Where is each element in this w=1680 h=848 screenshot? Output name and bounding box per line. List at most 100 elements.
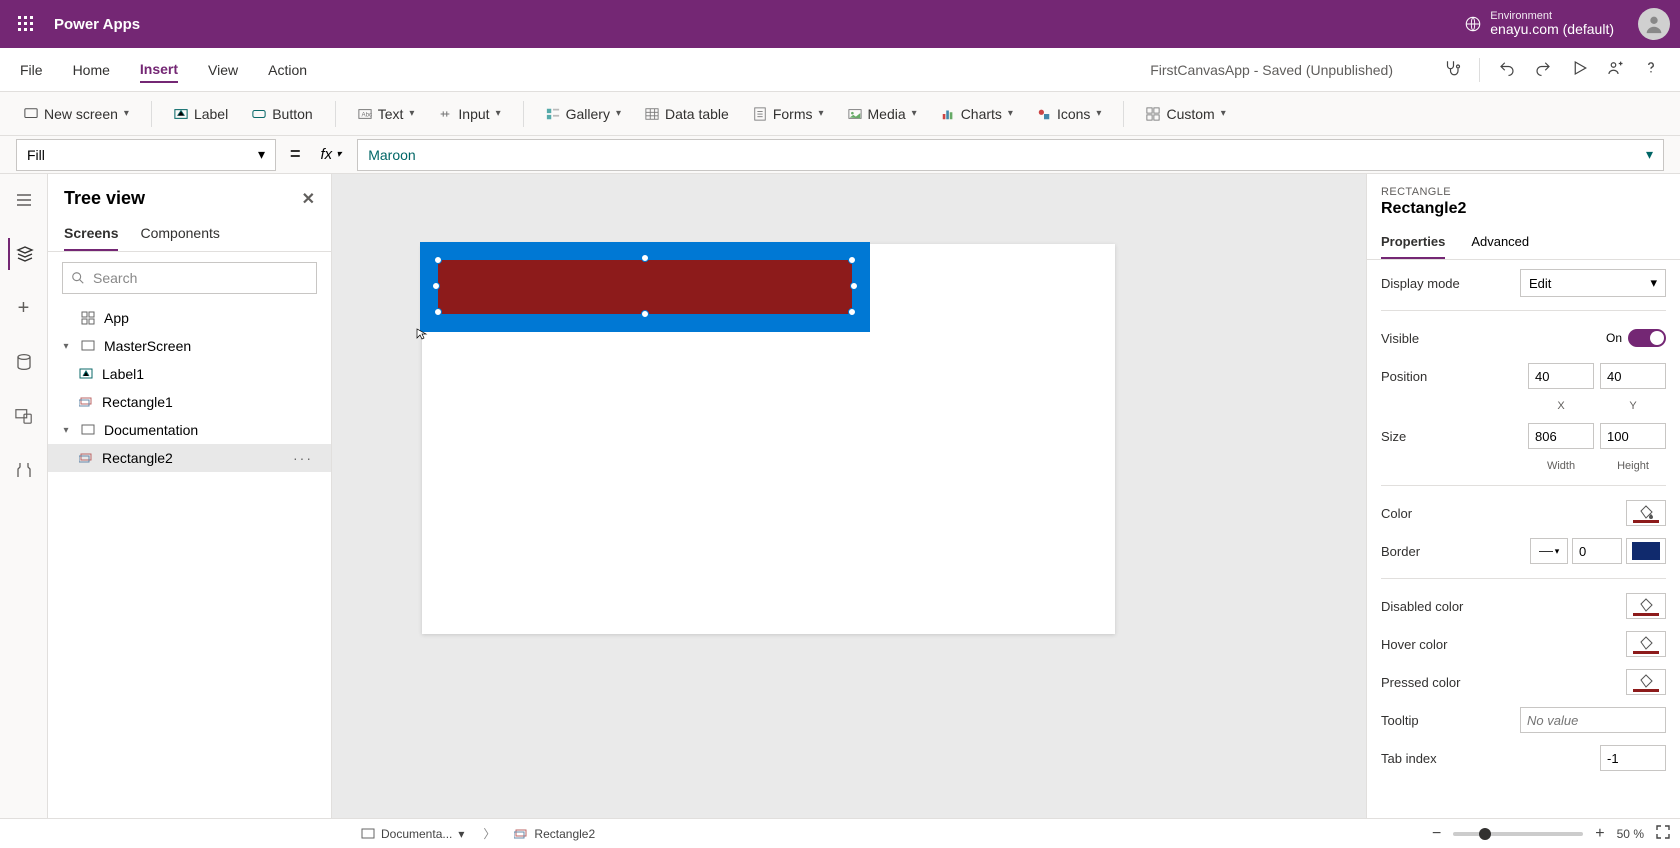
- tree-list: App ▾ MasterScreen Label1 Rectangle1 ▾ D…: [48, 304, 331, 472]
- tree-item-documentation[interactable]: ▾ Documentation: [48, 416, 331, 444]
- forms-dropdown[interactable]: Forms▾: [743, 102, 834, 126]
- hamburger-icon: [15, 191, 33, 209]
- border-style-dropdown[interactable]: ▾: [1530, 538, 1568, 564]
- brand-title[interactable]: Power Apps: [54, 16, 140, 33]
- resize-handle-s[interactable]: [641, 310, 649, 318]
- rectangle2-shape[interactable]: [438, 260, 852, 314]
- fill-bucket-icon: [1637, 636, 1655, 652]
- display-mode-dropdown[interactable]: Edit ▾: [1520, 269, 1666, 297]
- breadcrumb-screen[interactable]: Documenta... ▾: [352, 824, 473, 844]
- fx-button[interactable]: fx▾: [315, 146, 348, 163]
- tree-search-input[interactable]: Search: [62, 262, 317, 294]
- border-color-picker[interactable]: [1626, 538, 1666, 564]
- datatable-button[interactable]: Data table: [635, 102, 739, 126]
- app-checker-button[interactable]: [1443, 59, 1461, 80]
- zoom-slider[interactable]: [1453, 832, 1583, 836]
- tab-screens[interactable]: Screens: [64, 221, 118, 251]
- tab-components[interactable]: Components: [140, 221, 219, 251]
- canvas[interactable]: [332, 174, 1366, 818]
- tree-item-label1[interactable]: Label1: [48, 360, 331, 388]
- property-selector[interactable]: Fill ▾: [16, 139, 276, 171]
- play-button[interactable]: [1570, 59, 1588, 80]
- height-input[interactable]: [1600, 423, 1666, 449]
- formula-input[interactable]: Maroon ▾: [357, 139, 1664, 171]
- selection-outline[interactable]: [420, 242, 870, 332]
- resize-handle-ne[interactable]: [848, 256, 856, 264]
- chevron-down-icon[interactable]: ▾: [60, 425, 72, 436]
- slider-thumb[interactable]: [1479, 828, 1491, 840]
- chevron-down-icon[interactable]: ▾: [60, 341, 72, 352]
- tree-item-masterscreen[interactable]: ▾ MasterScreen: [48, 332, 331, 360]
- chevron-down-icon: ▾: [409, 108, 414, 119]
- form-icon: [753, 107, 767, 121]
- visible-toggle[interactable]: [1628, 329, 1666, 347]
- resize-handle-e[interactable]: [850, 282, 858, 290]
- tools-rail-button[interactable]: [8, 454, 40, 486]
- fill-bucket-icon: [1637, 598, 1655, 614]
- zoom-in-button[interactable]: +: [1595, 825, 1604, 843]
- tooltip-input[interactable]: [1520, 707, 1666, 733]
- menu-action[interactable]: Action: [268, 58, 307, 82]
- menu-home[interactable]: Home: [73, 58, 110, 82]
- equals-sign: =: [286, 144, 305, 165]
- fit-to-window-button[interactable]: [1656, 825, 1670, 842]
- new-screen-button[interactable]: New screen ▾: [14, 102, 139, 126]
- pressed-color-picker[interactable]: [1626, 669, 1666, 695]
- breadcrumb-control[interactable]: Rectangle2: [505, 824, 604, 844]
- environment-picker[interactable]: Environment enayu.com (default): [1464, 10, 1614, 37]
- resize-handle-w[interactable]: [432, 282, 440, 290]
- tree-item-rectangle1[interactable]: Rectangle1: [48, 388, 331, 416]
- environment-label: Environment: [1490, 10, 1614, 22]
- color-picker[interactable]: [1626, 500, 1666, 526]
- tab-advanced[interactable]: Advanced: [1471, 230, 1529, 259]
- custom-dropdown[interactable]: Custom▾: [1136, 102, 1235, 126]
- zoom-out-button[interactable]: −: [1432, 825, 1441, 843]
- share-button[interactable]: [1606, 59, 1624, 80]
- tools-icon: [15, 461, 33, 479]
- tree-item-rectangle2[interactable]: Rectangle2 ···: [48, 444, 331, 472]
- canvas-screen[interactable]: [422, 244, 1115, 634]
- gallery-dropdown[interactable]: Gallery▾: [536, 102, 631, 126]
- help-button[interactable]: [1642, 59, 1660, 80]
- insert-rail-button[interactable]: +: [8, 292, 40, 324]
- input-dropdown[interactable]: Input▾: [428, 102, 510, 126]
- chevron-down-icon: ▾: [1650, 275, 1657, 291]
- media-dropdown[interactable]: Media▾: [838, 102, 927, 126]
- redo-button[interactable]: [1534, 59, 1552, 80]
- menu-file[interactable]: File: [20, 58, 43, 82]
- undo-button[interactable]: [1498, 59, 1516, 80]
- data-rail-button[interactable]: [8, 346, 40, 378]
- menu-insert[interactable]: Insert: [140, 57, 178, 83]
- svg-text:Abc: Abc: [361, 111, 372, 118]
- menu-view[interactable]: View: [208, 58, 238, 82]
- tab-properties[interactable]: Properties: [1381, 230, 1445, 259]
- resize-handle-nw[interactable]: [434, 256, 442, 264]
- width-input[interactable]: [1528, 423, 1594, 449]
- more-options-button[interactable]: ···: [293, 450, 319, 466]
- tabindex-input[interactable]: [1600, 745, 1666, 771]
- media-rail-button[interactable]: [8, 400, 40, 432]
- position-x-input[interactable]: [1528, 363, 1594, 389]
- user-avatar[interactable]: [1638, 8, 1670, 40]
- label-button[interactable]: Label: [164, 102, 238, 126]
- disabled-color-picker[interactable]: [1626, 593, 1666, 619]
- environment-value: enayu.com (default): [1490, 22, 1614, 37]
- hamburger-button[interactable]: [8, 184, 40, 216]
- button-control-button[interactable]: Button: [242, 102, 322, 126]
- text-dropdown[interactable]: Abc Text▾: [348, 102, 425, 126]
- hover-color-picker[interactable]: [1626, 631, 1666, 657]
- custom-label: Custom: [1166, 106, 1214, 122]
- display-mode-value: Edit: [1529, 276, 1551, 291]
- waffle-button[interactable]: [10, 8, 42, 40]
- border-width-input[interactable]: [1572, 538, 1622, 564]
- close-panel-button[interactable]: ✕: [302, 189, 315, 209]
- icons-dropdown[interactable]: Icons▾: [1027, 102, 1112, 126]
- resize-handle-n[interactable]: [641, 254, 649, 262]
- tree-view-button[interactable]: [8, 238, 40, 270]
- resize-handle-sw[interactable]: [434, 308, 442, 316]
- resize-handle-se[interactable]: [848, 308, 856, 316]
- charts-dropdown[interactable]: Charts▾: [931, 102, 1023, 126]
- position-y-input[interactable]: [1600, 363, 1666, 389]
- screen-icon: [80, 338, 96, 354]
- tree-item-app[interactable]: App: [48, 304, 331, 332]
